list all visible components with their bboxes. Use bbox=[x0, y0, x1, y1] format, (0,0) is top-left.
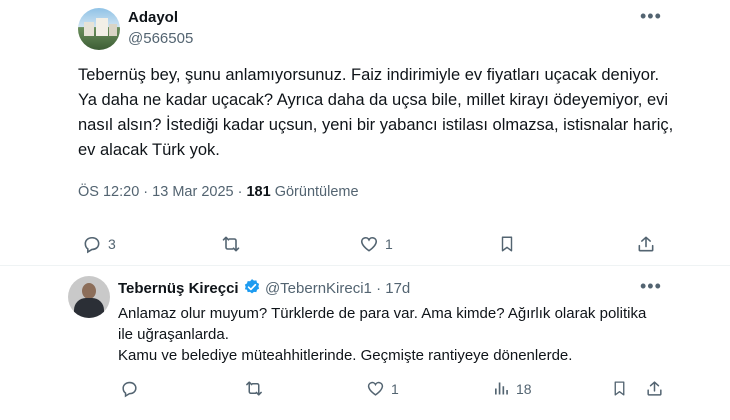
tweet-meta: ÖS 12:20 · 13 Mar 2025 · 181 Görüntüleme bbox=[78, 184, 359, 200]
views-label: Görüntüleme bbox=[274, 184, 359, 200]
author-name[interactable]: Adayol bbox=[128, 9, 178, 26]
reply-icon bbox=[122, 381, 137, 398]
reply-author-name[interactable]: Tebernüş Kireçci bbox=[118, 280, 239, 297]
tweet-date[interactable]: 13 Mar 2025 bbox=[152, 184, 233, 200]
reply-text: Anlamaz olur muyum? Türklerde de para va… bbox=[118, 303, 658, 366]
reply-header: Tebernüş Kireçci @TebernKireci1 · 17d bbox=[118, 278, 411, 297]
reply-text-line1: Anlamaz olur muyum? Türklerde de para va… bbox=[118, 305, 647, 343]
share-icon bbox=[638, 236, 654, 252]
reply-button[interactable]: 3 bbox=[82, 234, 116, 254]
divider bbox=[0, 265, 730, 266]
tweet-time[interactable]: ÖS 12:20 bbox=[78, 184, 139, 200]
share-button[interactable] bbox=[636, 234, 656, 254]
reply-count: 3 bbox=[108, 236, 116, 252]
tweet-text: Tebernüş bey, şunu anlamıyorsunuz. Faiz … bbox=[78, 66, 674, 159]
reply-text-line2: Kamu ve belediye müteahhitlerinde. Geçmi… bbox=[118, 347, 573, 364]
reply-like-count: 1 bbox=[391, 380, 399, 397]
like-count: 1 bbox=[385, 236, 393, 252]
reply-age[interactable]: 17d bbox=[385, 280, 410, 297]
avatar[interactable] bbox=[78, 8, 120, 50]
reply-retweet-button[interactable] bbox=[244, 379, 264, 398]
retweet-icon bbox=[222, 236, 240, 252]
bookmark-button[interactable] bbox=[498, 234, 516, 254]
retweet-icon bbox=[246, 381, 262, 396]
heart-icon bbox=[367, 381, 384, 396]
bookmark-icon bbox=[501, 236, 513, 252]
reply-views-count: 18 bbox=[516, 380, 532, 397]
reply-like-button[interactable]: 1 bbox=[366, 379, 399, 398]
reply-author-handle[interactable]: @TebernKireci1 bbox=[265, 280, 372, 297]
reply-avatar[interactable] bbox=[68, 276, 110, 318]
author-handle[interactable]: @566505 bbox=[128, 30, 193, 47]
reply-share-button[interactable] bbox=[645, 379, 664, 398]
views-count: 181 bbox=[246, 184, 271, 200]
retweet-button[interactable] bbox=[220, 234, 242, 254]
like-button[interactable]: 1 bbox=[359, 234, 393, 254]
more-options-icon[interactable]: ••• bbox=[640, 6, 662, 27]
reply-reply-button[interactable] bbox=[120, 379, 139, 398]
heart-icon bbox=[361, 237, 377, 252]
verified-badge-icon[interactable] bbox=[243, 278, 261, 296]
share-icon bbox=[647, 381, 662, 396]
reply-more-options-icon[interactable]: ••• bbox=[640, 276, 662, 297]
reply-views-button[interactable]: 18 bbox=[492, 379, 532, 398]
analytics-icon bbox=[495, 382, 508, 395]
reply-icon bbox=[84, 236, 100, 254]
bookmark-icon bbox=[614, 381, 625, 396]
reply-bookmark-button[interactable] bbox=[611, 379, 628, 398]
